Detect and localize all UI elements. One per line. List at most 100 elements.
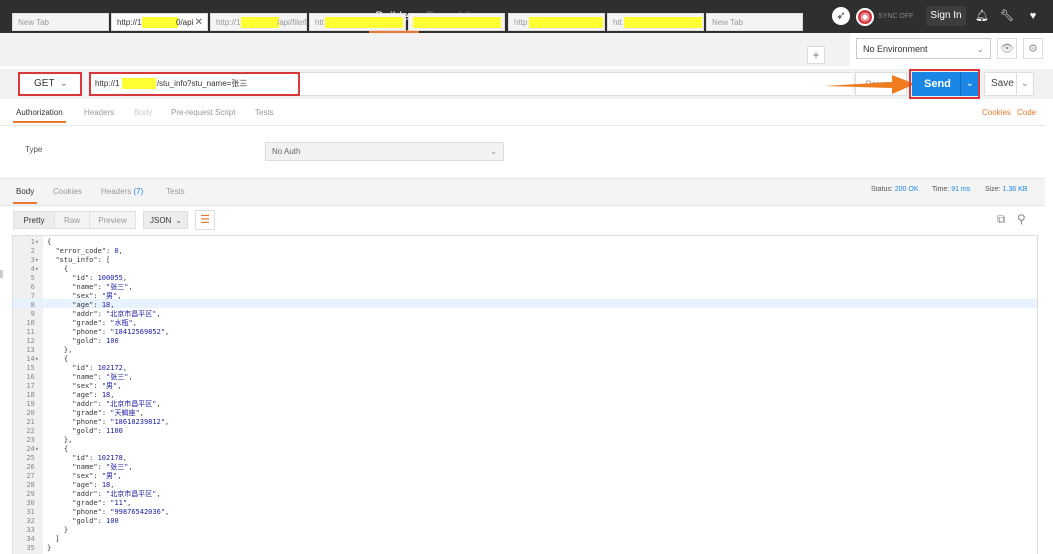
search-icon[interactable]: ⚲ [1017, 212, 1026, 226]
code-text: "name": "张三", [72, 283, 133, 291]
bell-icon[interactable]: 🔔︎ [973, 7, 991, 25]
gear-icon[interactable]: ⚙ [1023, 38, 1043, 59]
code-text: "age": 18, [72, 301, 115, 309]
language-select[interactable]: JSON ⌄ [143, 211, 188, 229]
size-readout: Size: 1.36 KB [985, 186, 1028, 193]
cookies-link[interactable]: Cookies [982, 108, 1011, 117]
request-tab[interactable]: http://1 /api/file/fi [210, 13, 307, 31]
line-number: 12 [26, 337, 39, 345]
save-button[interactable]: Save ⌄ [984, 72, 1034, 96]
redaction-mark [122, 78, 156, 89]
request-tab-active[interactable]: http://1 0/api ✕ [111, 13, 208, 31]
new-tab-button[interactable]: + [807, 46, 825, 64]
environment-select[interactable]: No Environment ⌄ [856, 38, 991, 59]
chevron-down-icon[interactable]: ⌄ [1015, 73, 1029, 95]
sign-in-button[interactable]: Sign In [926, 6, 966, 26]
tab-authorization[interactable]: Authorization [13, 108, 66, 123]
line-number: 31 [26, 508, 39, 516]
code-text: "gold": 100 [72, 517, 119, 525]
line-number: 10 [26, 319, 39, 327]
request-tab[interactable] [408, 13, 505, 31]
redaction-mark [142, 17, 178, 28]
code-text: "grade": "水瓶", [72, 319, 137, 327]
annotation-arrow [824, 75, 915, 94]
line-number: 27 [26, 472, 39, 480]
auth-type-select[interactable]: No Auth ⌄ [265, 142, 504, 161]
line-number: 35 [26, 544, 39, 552]
url-input-extension[interactable] [300, 72, 853, 96]
eye-icon[interactable]: 👁︎ [997, 38, 1017, 59]
request-tab-bar [0, 33, 850, 66]
line-number[interactable]: 1▾ [13, 238, 39, 247]
code-link[interactable]: Code [1017, 108, 1036, 117]
line-number[interactable]: 14▾ [13, 355, 39, 364]
line-number: 6 [30, 283, 39, 291]
code-text: "addr": "北京市昌平区", [72, 490, 161, 498]
divider [0, 125, 1045, 126]
redaction-mark [241, 17, 279, 28]
code-text: }, [47, 436, 73, 444]
code-text: "sex": "男", [72, 292, 122, 300]
line-number[interactable]: 4▾ [13, 265, 39, 274]
time-readout: Time: 91 ms [932, 186, 971, 193]
line-number: 25 [26, 454, 39, 462]
code-text: { [47, 265, 69, 273]
tab-body[interactable]: Body [134, 108, 152, 117]
tab-pre-request-script[interactable]: Pre-request Script [171, 108, 235, 117]
request-tab[interactable]: htt [607, 13, 704, 31]
redaction-mark [624, 17, 702, 28]
code-text: { [47, 445, 69, 453]
code-text: "phone": "18618239812", [72, 418, 170, 426]
chevron-down-icon: ⌄ [175, 216, 182, 225]
request-tab[interactable]: htt [309, 13, 406, 31]
response-tab-tests[interactable]: Tests [166, 187, 185, 196]
chevron-down-icon: ⌄ [490, 147, 497, 156]
copy-icon[interactable]: ⧉ [997, 212, 1006, 227]
line-number: 29 [26, 490, 39, 498]
wrench-icon[interactable]: 🔧︎ [998, 7, 1016, 25]
code-text: "phone": "18412569852", [72, 328, 170, 336]
request-tab[interactable]: New Tab [12, 13, 109, 31]
code-text: { [47, 355, 69, 363]
response-tab-cookies[interactable]: Cookies [53, 187, 82, 196]
code-text: }, [47, 346, 73, 354]
line-number: 18 [26, 391, 39, 399]
request-tab[interactable]: http [508, 13, 605, 31]
format-pretty-button[interactable]: Pretty [13, 211, 55, 229]
line-number[interactable]: 24▾ [13, 445, 39, 454]
method-select[interactable]: GET ⌄ [18, 72, 82, 96]
line-number: 8 [30, 301, 39, 309]
interceptor-icon[interactable]: ➶ [832, 7, 850, 25]
code-text: "name": "张三", [72, 463, 133, 471]
response-tab-body[interactable]: Body [12, 187, 38, 204]
send-button[interactable]: Send ⌄ [912, 72, 978, 96]
sync-icon[interactable]: ◉ [856, 8, 874, 26]
request-tab[interactable]: New Tab [706, 13, 803, 31]
chevron-down-icon: ⌄ [976, 44, 984, 54]
close-icon[interactable]: ✕ [195, 14, 203, 30]
code-text: "sex": "男", [72, 382, 122, 390]
heart-icon[interactable]: ♥ [1024, 7, 1042, 25]
response-tab-headers[interactable]: Headers (7) [101, 187, 143, 196]
line-number: 26 [26, 463, 39, 471]
tab-headers[interactable]: Headers [84, 108, 114, 117]
status-readout: Status: 200 OK [871, 186, 919, 193]
code-text: "name": "张三", [72, 373, 133, 381]
code-text: { [47, 238, 52, 246]
line-number: 21 [26, 418, 39, 426]
tab-tests[interactable]: Tests [255, 108, 274, 117]
response-body-editor[interactable]: 1▾{2 "error_code": 0, 3▾ "stu_info": [4▾ … [12, 235, 1038, 554]
wrap-lines-icon[interactable]: ☰ [195, 210, 215, 230]
code-text: "gold": 1100 [72, 427, 123, 435]
line-number: 11 [26, 328, 39, 336]
code-text: "addr": "北京市昌平区", [72, 310, 161, 318]
format-preview-button[interactable]: Preview [89, 211, 136, 229]
url-input[interactable]: http://1 0/api/user/stu_info?stu_name=张三 [89, 72, 300, 96]
auth-type-label: Type [25, 145, 43, 154]
resize-handle[interactable] [0, 270, 3, 278]
chevron-down-icon[interactable]: ⌄ [959, 72, 974, 96]
line-number: 15 [26, 364, 39, 372]
line-number: 9 [30, 310, 39, 318]
format-raw-button[interactable]: Raw [54, 211, 90, 229]
line-number[interactable]: 3▾ [13, 256, 39, 265]
